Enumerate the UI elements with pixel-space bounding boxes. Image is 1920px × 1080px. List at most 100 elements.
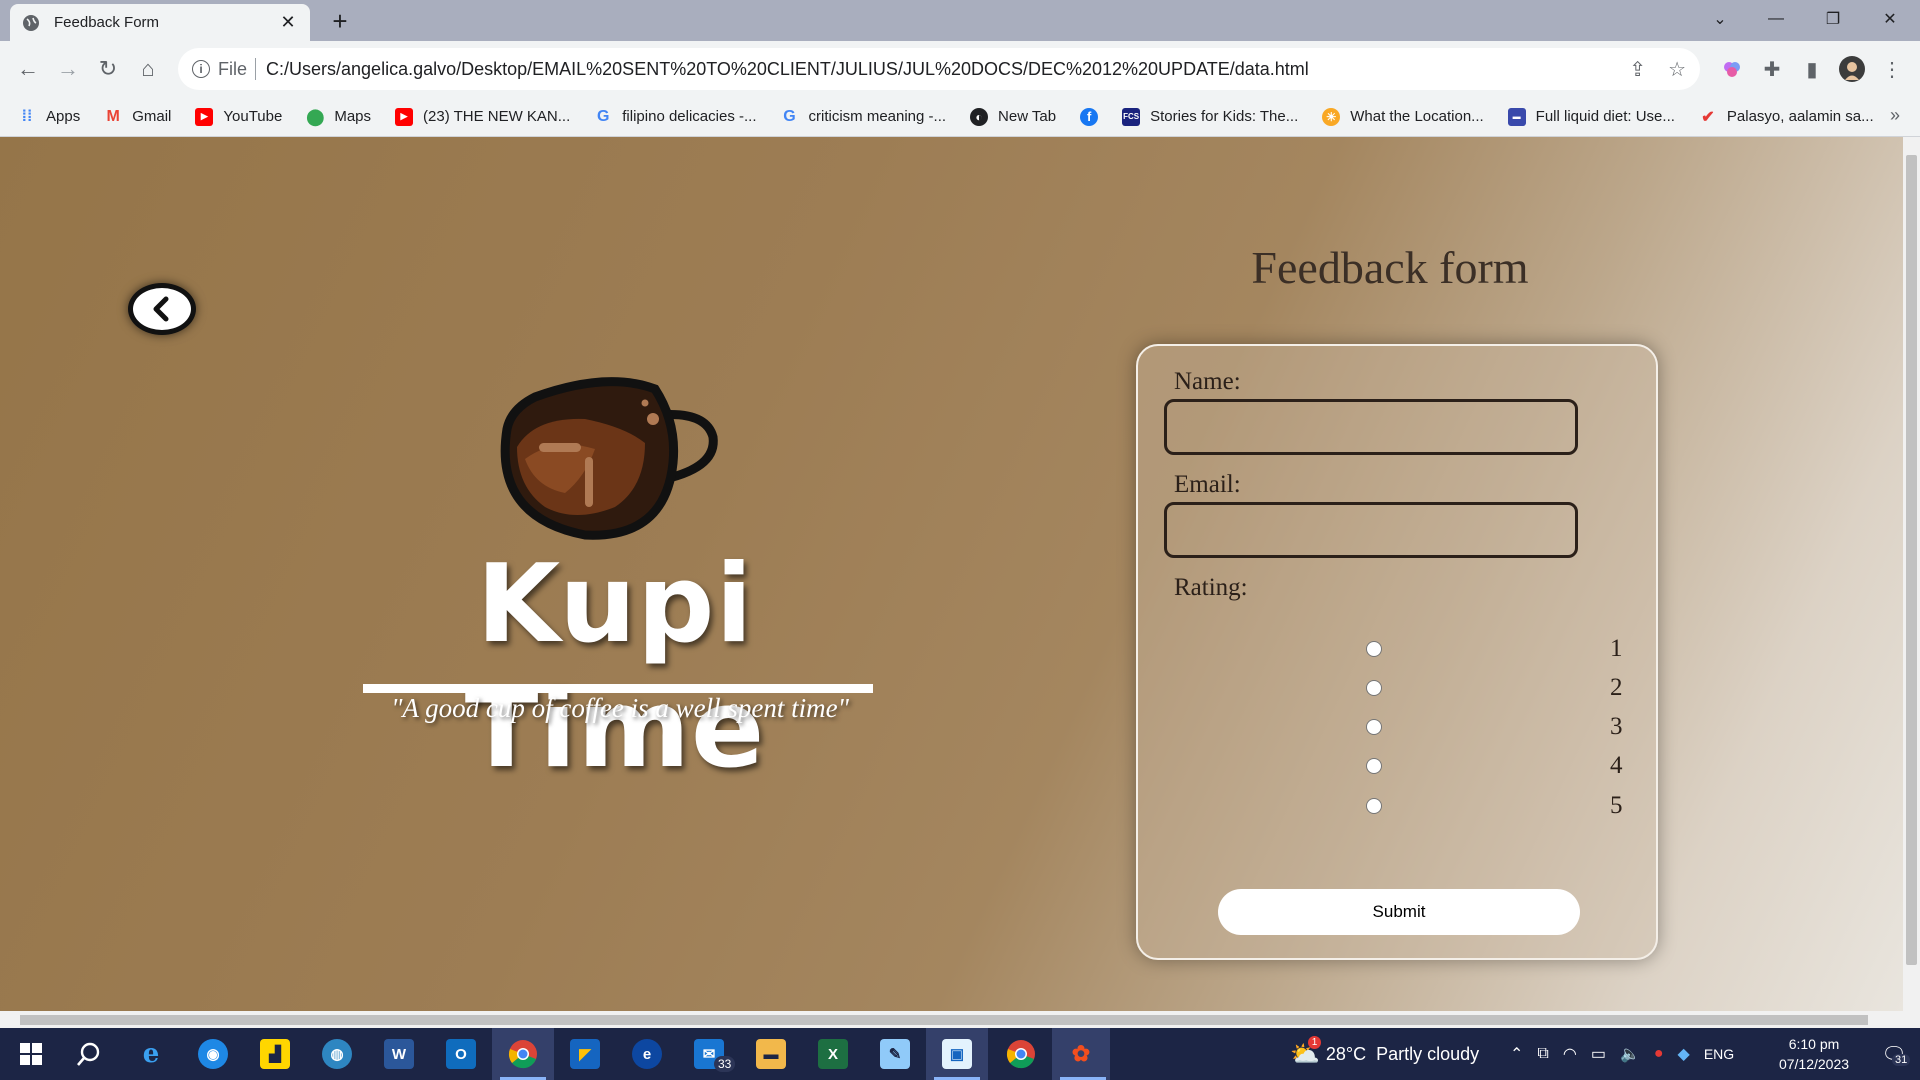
brand-underline <box>363 684 873 693</box>
more-bookmarks-icon[interactable]: » <box>1890 105 1900 126</box>
restore-button[interactable]: ❐ <box>1805 0 1861 38</box>
vertical-scrollbar[interactable] <box>1903 137 1920 1011</box>
chevron-up-icon[interactable]: ⌃ <box>1510 1044 1523 1064</box>
bookmark-item[interactable]: ☀ What the Location... <box>1322 107 1484 126</box>
search-button[interactable] <box>58 1028 120 1080</box>
bookmark-item[interactable]: ▶ (23) THE NEW KAN... <box>395 107 570 126</box>
rating-radio-3[interactable] <box>1366 719 1382 735</box>
taskbar-sticky-notes[interactable]: ▟ <box>244 1028 306 1080</box>
bookmark-label: New Tab <box>998 108 1057 125</box>
taskbar-window-app[interactable]: ▣ <box>926 1028 988 1080</box>
wifi-icon[interactable]: ◠ <box>1563 1044 1577 1064</box>
windows-taskbar: e ◉ ▟ ◍ W O ◤ e ✉ 33 ▬ X ✎ ▣ ✿ ⛅ 1 28°C … <box>0 1028 1920 1080</box>
site-icon: ▬ <box>1507 107 1526 126</box>
reload-icon[interactable]: ↻ <box>92 53 124 85</box>
profile-avatar[interactable] <box>1836 53 1868 85</box>
internet-explorer-icon: e <box>142 1039 160 1069</box>
bookmark-item[interactable]: FCS Stories for Kids: The... <box>1122 107 1298 126</box>
rating-radio-5[interactable] <box>1366 798 1382 814</box>
taskbar-chat-app[interactable]: ◉ <box>182 1028 244 1080</box>
taskbar-internet-explorer[interactable]: e <box>120 1028 182 1080</box>
bookmark-item[interactable]: ▬ Full liquid diet: Use... <box>1507 107 1675 126</box>
browser-toolbar: ← → ↻ ⌂ i File C:/Users/angelica.galvo/D… <box>0 41 1920 97</box>
system-tray: ⌃ ⧉ ◠ ▭ 🔈 ● ◆ ENG <box>1510 1028 1734 1080</box>
menu-kebab-icon[interactable]: ⋮ <box>1876 53 1908 85</box>
home-icon[interactable]: ⌂ <box>132 53 164 85</box>
bookmark-item[interactable]: M Gmail <box>104 108 172 126</box>
back-arrow-icon[interactable]: ← <box>12 53 44 85</box>
google-icon: G <box>597 107 610 125</box>
tab-search-icon[interactable]: ⌄ <box>1692 0 1748 38</box>
taskbar-chrome-2[interactable] <box>990 1028 1052 1080</box>
rating-option-label: 3 <box>1610 713 1623 740</box>
taskbar-chrome[interactable] <box>492 1028 554 1080</box>
rating-option-label: 2 <box>1610 674 1623 701</box>
taskbar-globe-app[interactable]: ◍ <box>306 1028 368 1080</box>
extension-brain-icon[interactable] <box>1716 53 1748 85</box>
weather-widget[interactable]: ⛅ 1 28°C Partly cloudy <box>1290 1028 1479 1080</box>
submit-button[interactable]: Submit <box>1218 889 1580 935</box>
clock-time: 6:10 pm <box>1788 1036 1840 1052</box>
chrome-icon <box>508 1040 537 1069</box>
minimize-button[interactable]: — <box>1748 0 1804 38</box>
bookmark-item[interactable]: ⁞⁞ Apps <box>18 108 81 126</box>
taskbar-mail[interactable]: ✉ 33 <box>678 1028 740 1080</box>
bookmark-label: Palasyo, aalamin sa... <box>1726 108 1874 125</box>
taskbar-figma[interactable]: ✿ <box>1052 1028 1110 1080</box>
battery-icon[interactable]: ▭ <box>1591 1044 1606 1064</box>
rating-radio-2[interactable] <box>1366 680 1382 696</box>
chevron-left-icon <box>153 296 169 322</box>
close-tab-icon[interactable]: ✕ <box>278 12 298 33</box>
taskbar-outlook[interactable]: O <box>430 1028 492 1080</box>
bookmark-label: Full liquid diet: Use... <box>1535 108 1675 125</box>
close-window-button[interactable]: ✕ <box>1862 0 1918 38</box>
antivirus-icon[interactable]: ● <box>1654 1045 1664 1063</box>
bookmark-label: YouTube <box>223 108 283 125</box>
taskbar-excel[interactable]: X <box>802 1028 864 1080</box>
address-bar[interactable]: i File C:/Users/angelica.galvo/Desktop/E… <box>178 48 1700 90</box>
forward-arrow-icon[interactable]: → <box>52 53 84 85</box>
tab-strip: Feedback Form ✕ + ⌄ — ❐ ✕ <box>0 0 1920 41</box>
url-text[interactable]: C:/Users/angelica.galvo/Desktop/EMAIL%20… <box>266 59 1607 80</box>
network-tray-icon[interactable]: ⧉ <box>1537 1045 1548 1063</box>
language-indicator[interactable]: ENG <box>1704 1046 1734 1062</box>
horizontal-scrollbar[interactable] <box>0 1011 1920 1028</box>
browser-tab[interactable]: Feedback Form ✕ <box>10 4 310 41</box>
sun-icon: ☀ <box>1322 107 1341 126</box>
bookmark-item[interactable]: ✔ Palasyo, aalamin sa... <box>1699 108 1874 126</box>
side-panel-icon[interactable]: ▮ <box>1796 53 1828 85</box>
cloud-sync-icon[interactable]: ◆ <box>1678 1044 1690 1064</box>
bookmark-item[interactable]: G criticism meaning -... <box>781 108 946 126</box>
clock[interactable]: 6:10 pm 07/12/2023 <box>1766 1028 1862 1080</box>
taskbar-notepad[interactable]: ✎ <box>864 1028 926 1080</box>
bookmark-item[interactable]: ▶ YouTube <box>195 107 283 126</box>
bookmark-star-icon[interactable]: ☆ <box>1668 57 1686 82</box>
rating-radio-1[interactable] <box>1366 641 1382 657</box>
name-input[interactable] <box>1164 399 1578 455</box>
taskbar-file-explorer[interactable]: ▬ <box>740 1028 802 1080</box>
scrollbar-thumb[interactable] <box>1906 155 1917 965</box>
bookmark-label: What the Location... <box>1350 108 1484 125</box>
back-button[interactable] <box>128 283 196 335</box>
bookmark-item[interactable]: f <box>1080 107 1108 126</box>
bookmark-item[interactable]: ◐ New Tab <box>970 107 1057 126</box>
taskbar-file-app[interactable]: ◤ <box>554 1028 616 1080</box>
bookmark-item[interactable]: G filipino delicacies -... <box>594 108 756 126</box>
notification-center[interactable]: 🗨 31 <box>1868 1028 1920 1080</box>
extensions-puzzle-icon[interactable]: ✚ <box>1756 53 1788 85</box>
email-input[interactable] <box>1164 502 1578 558</box>
rating-radio-4[interactable] <box>1366 758 1382 774</box>
share-icon[interactable]: ⇪ <box>1629 57 1646 82</box>
site-info-icon[interactable]: i <box>192 60 210 78</box>
window-icon: ▣ <box>942 1039 972 1069</box>
outlook-icon: O <box>446 1039 476 1069</box>
bookmarks-bar: ⁞⁞ Apps M Gmail ▶ YouTube ⬤ Maps ▶ (23) … <box>0 97 1920 137</box>
start-button[interactable] <box>0 1028 62 1080</box>
volume-icon[interactable]: 🔈 <box>1620 1044 1640 1064</box>
feedback-form-card: Name: Email: Rating: 1 2 3 4 5 Submit <box>1136 344 1658 960</box>
taskbar-edge[interactable]: e <box>616 1028 678 1080</box>
bookmark-item[interactable]: ⬤ Maps <box>306 108 371 126</box>
scrollbar-thumb[interactable] <box>20 1015 1868 1025</box>
taskbar-word[interactable]: W <box>368 1028 430 1080</box>
new-tab-button[interactable]: + <box>325 6 355 37</box>
